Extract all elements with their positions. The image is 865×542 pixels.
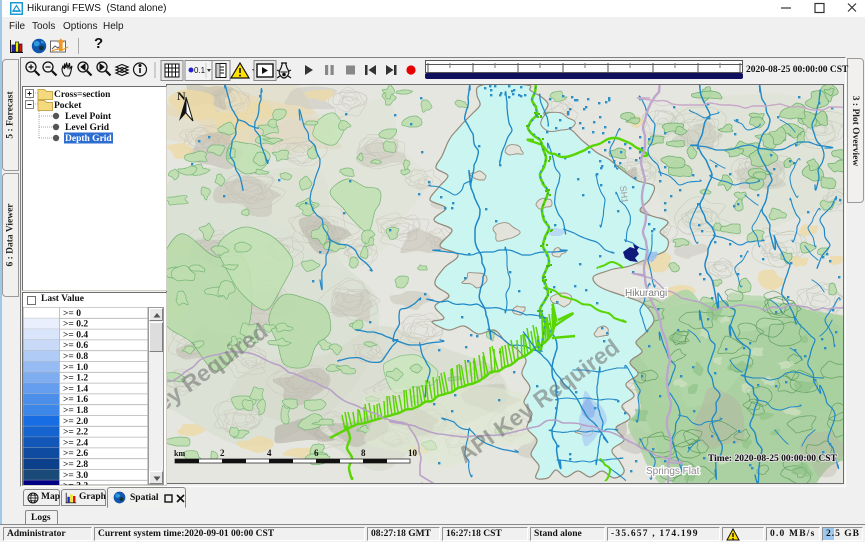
svg-text:>= 2.6: >= 2.6 [63, 449, 88, 459]
svg-text:>= 2.8: >= 2.8 [63, 460, 88, 470]
svg-text:>= 2.0: >= 2.0 [63, 417, 88, 427]
svg-text:>= 0.4: >= 0.4 [63, 330, 88, 340]
svg-text:>= 0.2: >= 0.2 [63, 320, 88, 330]
svg-text:>= 1.4: >= 1.4 [63, 384, 88, 394]
svg-text:>= 1.2: >= 1.2 [63, 374, 88, 384]
svg-text:N: N [177, 89, 186, 103]
svg-text:Time: 2020-08-25 00:00:00 CST: Time: 2020-08-25 00:00:00 CST [708, 454, 838, 464]
svg-text:10: 10 [408, 448, 418, 458]
svg-text:Level Grid: Level Grid [65, 123, 110, 133]
svg-text:>= 3.0: >= 3.0 [63, 471, 88, 481]
svg-text:Springs Flat: Springs Flat [646, 466, 700, 477]
svg-text:>= 0.8: >= 0.8 [63, 352, 88, 362]
svg-text:Hikurangi: Hikurangi [625, 288, 667, 299]
svg-text:6: 6 [314, 448, 319, 458]
svg-text:>= 0.6: >= 0.6 [63, 341, 88, 351]
svg-text:0.1: 0.1 [194, 66, 206, 75]
svg-text:>= 2.2: >= 2.2 [63, 428, 88, 438]
svg-text:>= 2.4: >= 2.4 [63, 438, 88, 448]
svg-text:4: 4 [267, 448, 272, 458]
svg-text:2: 2 [220, 448, 225, 458]
svg-text:SH1: SH1 [618, 185, 630, 203]
svg-text:>= 1.0: >= 1.0 [63, 363, 88, 373]
svg-text:>= 1.8: >= 1.8 [63, 406, 88, 416]
svg-text:>= 3.2: >= 3.2 [63, 482, 88, 485]
svg-text:>= 0: >= 0 [63, 309, 81, 319]
svg-text:Depth Grid: Depth Grid [65, 134, 112, 144]
svg-text:km: km [174, 449, 185, 458]
svg-text:8: 8 [361, 448, 366, 458]
svg-text:Level Point: Level Point [65, 112, 112, 122]
svg-text:Pocket: Pocket [54, 101, 82, 111]
svg-text:Cross=section: Cross=section [54, 90, 111, 100]
svg-text:>= 1.6: >= 1.6 [63, 395, 88, 405]
